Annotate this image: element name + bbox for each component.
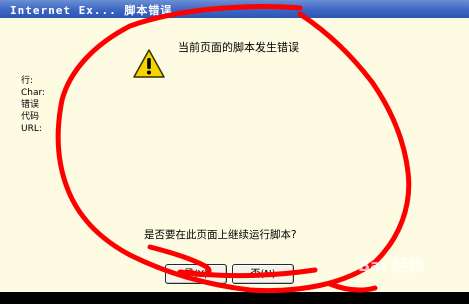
code-label: 代码 (21, 112, 40, 122)
watermark: Bai 经验 (358, 256, 425, 275)
error-message: 当前页面的脚本发生错误 (178, 41, 299, 54)
char-label: Char: (21, 88, 46, 98)
continue-question: 是否要在此页面上继续运行脚本? (144, 229, 297, 241)
yes-button[interactable]: 是(Y) (165, 264, 227, 284)
warning-icon (133, 49, 165, 78)
window-title: Internet Ex... 脚本错误 (10, 4, 173, 17)
line-label: 行: (21, 76, 34, 86)
script-error-dialog: 当前页面的脚本发生错误 行: Char: 错误 代码 URL: 是否要在此页面上… (0, 18, 469, 292)
error-label: 错误 (21, 100, 40, 110)
title-bar: Internet Ex... 脚本错误 (0, 0, 469, 18)
bottom-frame (0, 292, 469, 304)
url-label: URL: (21, 124, 42, 134)
no-button[interactable]: 否(N) (232, 264, 294, 284)
error-details: 行: Char: 错误 代码 URL: (21, 75, 45, 135)
